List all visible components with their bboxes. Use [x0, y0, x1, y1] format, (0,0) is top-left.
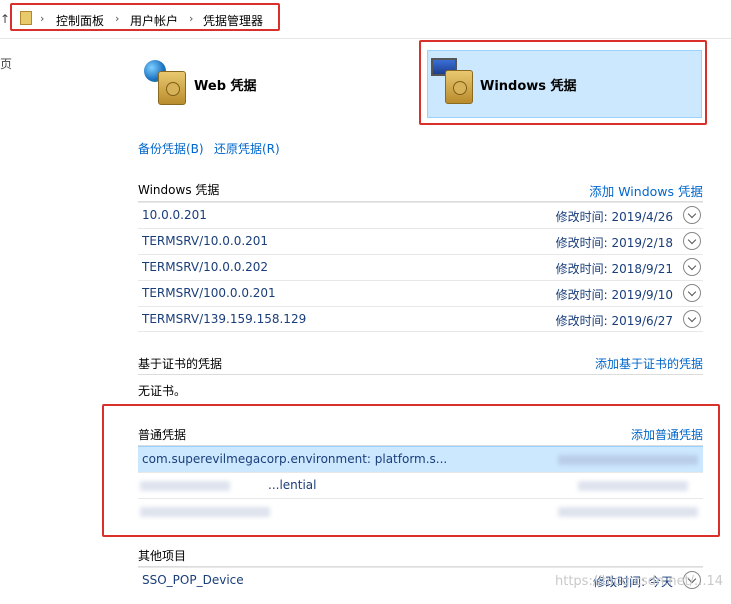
chevron-down-icon[interactable] — [683, 284, 701, 302]
generic-credential-row-selected[interactable]: com.superevilmegacorp.environment: platf… — [138, 446, 703, 472]
chevron-down-icon[interactable] — [683, 310, 701, 328]
redacted-region — [558, 507, 698, 517]
breadcrumb-item-control-panel[interactable]: 控制面板 — [56, 12, 104, 29]
credential-row[interactable]: TERMSRV/139.159.158.129 修改时间: 2019/6/27 — [138, 306, 703, 332]
chevron-down-icon[interactable] — [683, 206, 701, 224]
breadcrumb-separator: › — [189, 12, 194, 25]
credential-modified: 修改时间: 2018/9/21 — [555, 262, 673, 276]
credential-name: TERMSRV/100.0.0.201 — [142, 286, 276, 300]
generic-credentials-section-title: 普通凭据 — [138, 428, 187, 442]
other-items-section-title: 其他项目 — [138, 549, 187, 563]
credential-modified: 修改时间: 2019/6/27 — [555, 314, 673, 328]
credential-name: ...lential — [268, 478, 317, 492]
credential-modified: 修改时间: 2019/2/18 — [555, 236, 673, 250]
no-certificates-text: 无证书。 — [138, 384, 187, 398]
credential-name: com.superevilmegacorp.environment: platf… — [142, 452, 448, 466]
credential-name: SSO_POP_Device — [142, 573, 244, 587]
windows-credentials-section-title: Windows 凭据 — [138, 183, 220, 197]
watermark-text: https://blog.csdn.net/...14 — [555, 574, 723, 589]
add-generic-credential-link[interactable]: 添加普通凭据 — [631, 426, 703, 443]
left-nav-fragment[interactable]: 页 — [0, 55, 12, 72]
credential-row[interactable]: 10.0.0.201 修改时间: 2019/4/26 — [138, 202, 703, 228]
credential-modified: 修改时间: 2019/9/10 — [555, 288, 673, 302]
highlight-box-windows-tile — [419, 40, 707, 125]
credential-name: TERMSRV/10.0.0.201 — [142, 234, 269, 248]
credential-row[interactable]: TERMSRV/100.0.0.201 修改时间: 2019/9/10 — [138, 280, 703, 306]
credential-row[interactable]: TERMSRV/10.0.0.202 修改时间: 2018/9/21 — [138, 254, 703, 280]
credential-name: 10.0.0.201 — [142, 208, 207, 222]
breadcrumb-item-user-accounts[interactable]: 用户帐户 — [130, 12, 178, 29]
restore-credentials-link[interactable]: 还原凭据(R) — [214, 140, 280, 157]
web-credentials-tile[interactable]: Web 凭据 — [136, 55, 396, 117]
credential-modified: 修改时间: 2019/4/26 — [555, 210, 673, 224]
redacted-region — [140, 507, 270, 517]
credential-name: TERMSRV/10.0.0.202 — [142, 260, 269, 274]
vault-icon — [158, 71, 186, 105]
up-arrow-icon[interactable]: ↑ — [0, 12, 10, 26]
web-credentials-label: Web 凭据 — [194, 79, 257, 94]
certificate-credentials-section-title: 基于证书的凭据 — [138, 357, 223, 371]
chevron-down-icon[interactable] — [683, 232, 701, 250]
redacted-region — [578, 481, 688, 491]
backup-credentials-link[interactable]: 备份凭据(B) — [138, 140, 204, 157]
generic-credential-row[interactable]: ...lential — [138, 472, 703, 498]
add-certificate-credential-link[interactable]: 添加基于证书的凭据 — [595, 355, 703, 372]
section-divider — [138, 374, 703, 375]
breadcrumb-separator: › — [115, 12, 120, 25]
chevron-down-icon[interactable] — [683, 258, 701, 276]
control-panel-icon — [20, 11, 32, 25]
add-windows-credential-link[interactable]: 添加 Windows 凭据 — [589, 181, 703, 200]
credential-name: TERMSRV/139.159.158.129 — [142, 312, 307, 326]
redacted-region — [558, 455, 698, 465]
generic-credential-row[interactable] — [138, 498, 703, 524]
breadcrumb-separator: › — [40, 12, 45, 25]
credential-row[interactable]: TERMSRV/10.0.0.201 修改时间: 2019/2/18 — [138, 228, 703, 254]
breadcrumb-item-credential-manager[interactable]: 凭据管理器 — [203, 12, 263, 29]
redacted-region — [140, 481, 230, 491]
